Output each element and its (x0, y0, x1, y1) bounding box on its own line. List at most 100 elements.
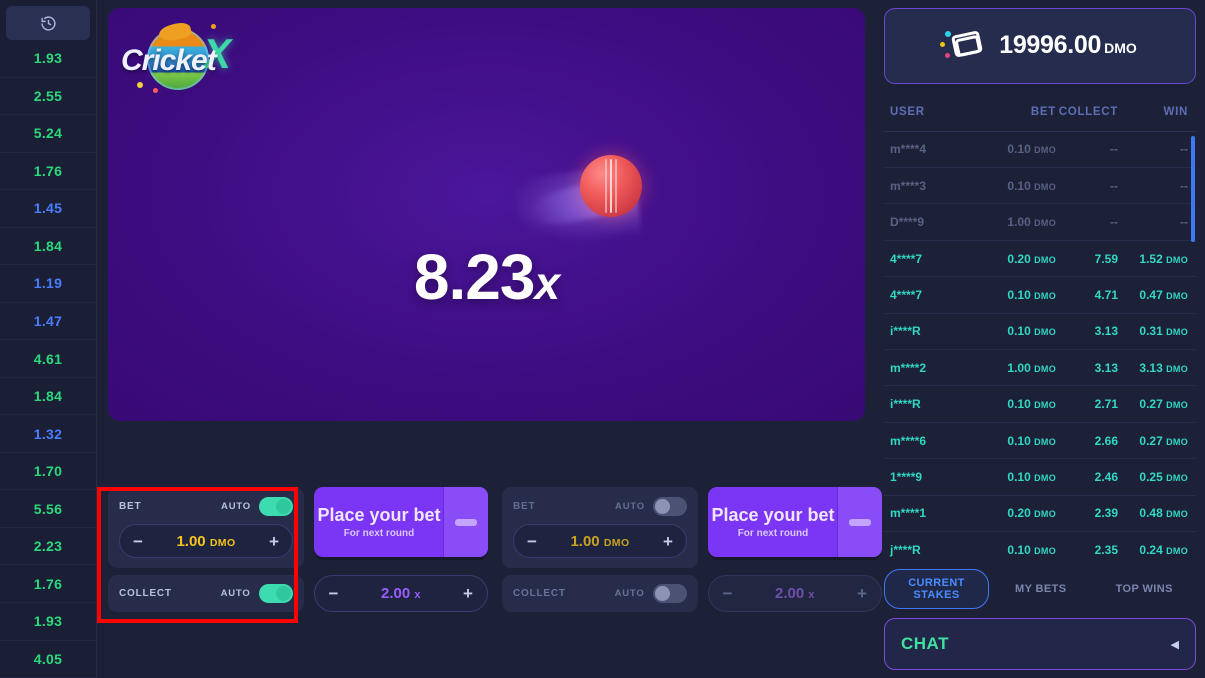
place-bet-side-button[interactable] (443, 487, 488, 557)
cell-bet: 0.10 DMO (1007, 324, 1056, 339)
bet-amount-stepper[interactable]: − 1.00 DMO + (513, 524, 687, 558)
history-multiplier-item[interactable]: 1.93 (0, 603, 96, 641)
bets-scrollbar[interactable] (1191, 135, 1195, 242)
collect-minus-button[interactable]: − (329, 585, 339, 602)
history-multiplier-item[interactable]: 1.84 (0, 228, 96, 266)
cell-collect: -- (1110, 215, 1118, 230)
bet-amount-value: 1.00 DMO (570, 532, 630, 550)
history-multiplier-item[interactable]: 5.56 (0, 490, 96, 528)
history-multiplier-item[interactable]: 1.84 (0, 378, 96, 416)
history-multiplier-item[interactable]: 1.76 (0, 153, 96, 191)
logo-dot-icon (137, 82, 143, 88)
bet-label: BET (513, 500, 536, 512)
history-multiplier-item[interactable]: 1.47 (0, 303, 96, 341)
collect-plus-button[interactable]: + (857, 585, 867, 602)
cell-win: 0.27 DMO (1139, 433, 1188, 448)
wallet-icon (940, 29, 987, 63)
table-row: D****9 1.00 DMO -- -- (884, 204, 1196, 241)
table-row: 4****7 0.10 DMO 4.71 0.47 DMO (884, 277, 1196, 314)
bet-panel-1: BET AUTO − 1.00 DMO + Place your bet For… (108, 487, 488, 612)
collect-label: COLLECT (513, 588, 566, 599)
history-multiplier-item[interactable]: 1.19 (0, 265, 96, 303)
cell-user: 4****7 (890, 287, 923, 302)
column-header-user: USER (890, 106, 925, 119)
logo-dot-icon (211, 24, 216, 29)
bet-plus-button[interactable]: + (663, 533, 673, 550)
bets-table-body[interactable]: m****4 0.10 DMO -- -- m****3 0.10 DMO --… (884, 132, 1196, 567)
cell-user: i****R (890, 397, 921, 412)
chat-panel-toggle[interactable]: CHAT ◀ (884, 618, 1196, 670)
table-row: m****1 0.20 DMO 2.39 0.48 DMO (884, 496, 1196, 532)
collect-auto-toggle[interactable] (652, 584, 687, 603)
cell-win: -- (1180, 142, 1188, 157)
history-multiplier-item[interactable]: 1.70 (0, 453, 96, 491)
column-header-collect: COLLECT (1058, 106, 1118, 119)
cell-bet: 0.20 DMO (1007, 251, 1056, 266)
cell-win: 0.25 DMO (1139, 469, 1188, 484)
history-multiplier-item[interactable]: 2.23 (0, 528, 96, 566)
cell-collect: 2.46 (1094, 469, 1118, 484)
collect-multiplier-stepper[interactable]: − 2.00 x + (707, 575, 882, 612)
game-stage: X Cricket 8.23x (108, 8, 865, 421)
collect-multiplier-stepper[interactable]: − 2.00 x + (313, 575, 488, 612)
cell-win: -- (1180, 215, 1188, 230)
cell-user: i****R (890, 324, 921, 339)
collect-box: COLLECT AUTO (502, 575, 698, 612)
multiplier-display: 8.23x (108, 240, 865, 314)
bet-amount-stepper[interactable]: − 1.00 DMO + (119, 524, 293, 558)
cell-win: 0.48 DMO (1139, 506, 1188, 521)
cell-win: 0.31 DMO (1139, 324, 1188, 339)
multiplier-suffix: x (534, 257, 560, 309)
history-multiplier-item[interactable]: 1.45 (0, 190, 96, 228)
ball-seam (610, 159, 612, 213)
history-multiplier-item[interactable]: 4.05 (0, 641, 96, 678)
bet-plus-button[interactable]: + (269, 533, 279, 550)
cell-user: j****R (890, 542, 921, 557)
collect-multiplier-value: 2.00 x (775, 585, 815, 602)
bet-auto-toggle[interactable] (259, 496, 293, 516)
collect-minus-button[interactable]: − (723, 585, 733, 602)
cell-win: 0.47 DMO (1139, 287, 1188, 302)
cell-win: 3.13 DMO (1139, 360, 1188, 375)
history-multiplier-item[interactable]: 4.61 (0, 340, 96, 378)
collect-auto-label: AUTO (614, 588, 645, 599)
cell-collect: 2.35 (1094, 542, 1118, 557)
table-row: 1****9 0.10 DMO 2.46 0.25 DMO (884, 459, 1196, 496)
place-bet-button[interactable]: Place your bet For next round (708, 487, 882, 557)
bet-panels-area: BET AUTO − 1.00 DMO + Place your bet For… (97, 487, 882, 612)
game-center-column: X Cricket 8.23x BET AUTO − 1.00 DMO + Pl… (97, 0, 882, 678)
bets-tabs: CURRENT STAKES MY BETS TOP WINS (884, 569, 1197, 610)
tab-my-bets[interactable]: MY BETS (989, 576, 1093, 602)
table-row: m****4 0.10 DMO -- -- (884, 132, 1196, 169)
right-sidebar: 19996.00 DMO USER BET COLLECT WIN m****4 … (875, 0, 1205, 678)
bet-minus-button[interactable]: − (133, 533, 143, 550)
history-multiplier-item[interactable]: 5.24 (0, 115, 96, 153)
collect-auto-toggle[interactable] (258, 584, 293, 603)
cell-bet: 0.10 DMO (1007, 433, 1056, 448)
balance-display[interactable]: 19996.00 DMO (884, 8, 1196, 84)
history-toggle-button[interactable] (6, 6, 90, 40)
cell-collect: 2.66 (1094, 433, 1118, 448)
history-multiplier-item[interactable]: 1.76 (0, 565, 96, 603)
history-multiplier-item[interactable]: 2.55 (0, 78, 96, 116)
place-bet-side-button[interactable] (837, 487, 882, 557)
cell-bet: 0.10 DMO (1007, 542, 1056, 557)
bet-amount-box: BET AUTO − 1.00 DMO + (502, 487, 698, 568)
tab-current-stakes[interactable]: CURRENT STAKES (884, 569, 989, 610)
balance-currency: DMO (1104, 40, 1137, 57)
cell-user: 4****7 (890, 251, 923, 266)
bet-minus-button[interactable]: − (527, 533, 537, 550)
collect-box: COLLECT AUTO (108, 575, 304, 612)
cell-bet: 0.20 DMO (1007, 506, 1056, 521)
table-row: i****R 0.10 DMO 3.13 0.31 DMO (884, 314, 1196, 351)
cell-collect: 7.59 (1094, 251, 1118, 266)
place-bet-button[interactable]: Place your bet For next round (314, 487, 488, 557)
tab-top-wins[interactable]: TOP WINS (1093, 576, 1197, 602)
history-multiplier-item[interactable]: 1.32 (0, 415, 96, 453)
bet-amount-value: 1.00 DMO (176, 532, 236, 550)
table-row: 4****7 0.20 DMO 7.59 1.52 DMO (884, 241, 1196, 278)
bet-auto-toggle[interactable] (653, 496, 687, 516)
place-bet-subtitle: For next round (343, 528, 415, 539)
history-multiplier-item[interactable]: 1.93 (0, 40, 96, 78)
collect-plus-button[interactable]: + (463, 585, 473, 602)
